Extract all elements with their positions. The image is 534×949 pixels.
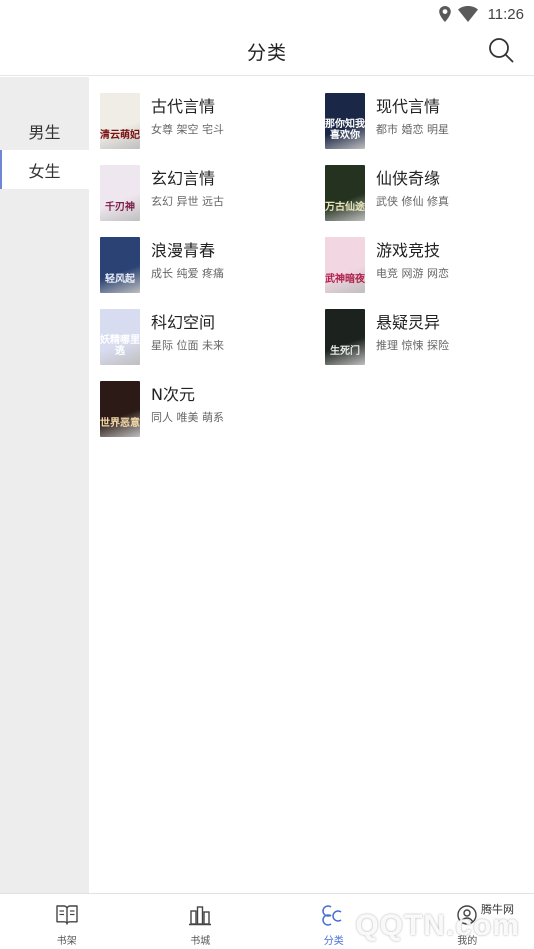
cover-title: 妖精哪里逃 bbox=[100, 335, 140, 357]
category-item[interactable]: 世界恶意 N次元 同人 唯美 萌系 bbox=[100, 381, 325, 453]
category-item[interactable]: 那你知我喜欢你 现代言情 都市 婚恋 明星 bbox=[325, 93, 530, 165]
category-name: 现代言情 bbox=[376, 97, 441, 116]
sidebar-item-label: 女生 bbox=[28, 161, 61, 181]
bookstore-icon bbox=[188, 904, 212, 930]
search-button[interactable] bbox=[486, 37, 516, 67]
category-name: 科幻空间 bbox=[151, 313, 216, 332]
category-item[interactable]: 生死门 悬疑灵异 推理 惊悚 探险 bbox=[325, 309, 530, 381]
sidebar-item-label: 男生 bbox=[28, 122, 61, 142]
category-item[interactable]: 妖精哪里逃 科幻空间 星际 位面 未来 bbox=[100, 309, 325, 381]
status-time: 11:26 bbox=[487, 5, 524, 23]
category-item[interactable]: 清云萌妃 古代言情 女尊 架空 宅斗 bbox=[100, 93, 325, 165]
sidebar-item-female[interactable]: 女生 bbox=[0, 150, 89, 189]
cover-title: 万古仙途 bbox=[325, 202, 365, 213]
category-tags: 女尊 架空 宅斗 bbox=[151, 123, 224, 136]
category-grid: 清云萌妃 古代言情 女尊 架空 宅斗 那你知我喜欢你 现代言情 都市 婚恋 明星… bbox=[100, 93, 530, 453]
sidebar-item-male[interactable]: 男生 bbox=[0, 111, 89, 150]
book-cover-image: 妖精哪里逃 bbox=[100, 309, 140, 365]
search-icon bbox=[488, 37, 514, 67]
tab-bookshelf[interactable]: 书架 bbox=[0, 894, 134, 949]
category-content: 清云萌妃 古代言情 女尊 架空 宅斗 那你知我喜欢你 现代言情 都市 婚恋 明星… bbox=[89, 77, 534, 893]
category-name: 游戏竞技 bbox=[376, 241, 441, 260]
cover-title: 清云萌妃 bbox=[100, 130, 140, 141]
category-name: 悬疑灵异 bbox=[376, 313, 441, 332]
gender-sidebar: 男生 女生 bbox=[0, 77, 89, 893]
tab-label: 分类 bbox=[323, 936, 344, 947]
profile-icon bbox=[455, 904, 479, 930]
location-icon bbox=[438, 6, 452, 22]
book-cover-image: 那你知我喜欢你 bbox=[325, 93, 365, 149]
book-cover-image: 千刃神 bbox=[100, 165, 140, 221]
category-tags: 星际 位面 未来 bbox=[151, 339, 224, 352]
book-cover-image: 世界恶意 bbox=[100, 381, 140, 437]
cover-title: 那你知我喜欢你 bbox=[325, 119, 365, 141]
status-bar: 11:26 bbox=[0, 0, 534, 28]
category-name: N次元 bbox=[151, 385, 195, 404]
category-icon bbox=[321, 904, 346, 930]
category-tags: 成长 纯爱 疼痛 bbox=[151, 267, 224, 280]
cover-title: 轻风起 bbox=[105, 274, 135, 285]
book-cover-image: 轻风起 bbox=[100, 237, 140, 293]
category-tags: 电竞 网游 网恋 bbox=[376, 267, 449, 280]
cover-title: 千刃神 bbox=[105, 202, 135, 213]
wifi-icon bbox=[457, 6, 478, 22]
header: 分类 bbox=[0, 28, 534, 76]
book-cover-image: 武神暗夜 bbox=[325, 237, 365, 293]
book-open-icon bbox=[55, 904, 79, 930]
category-tags: 武侠 修仙 修真 bbox=[376, 195, 449, 208]
tab-label: 书架 bbox=[56, 936, 77, 947]
category-name: 浪漫青春 bbox=[151, 241, 216, 260]
bottom-tab-bar: 书架 书城 分类 我的 bbox=[0, 893, 534, 949]
category-item[interactable]: 万古仙途 仙侠奇缘 武侠 修仙 修真 bbox=[325, 165, 530, 237]
category-item[interactable]: 轻风起 浪漫青春 成长 纯爱 疼痛 bbox=[100, 237, 325, 309]
book-cover-image: 万古仙途 bbox=[325, 165, 365, 221]
category-tags: 同人 唯美 萌系 bbox=[151, 411, 224, 424]
category-tags: 玄幻 异世 远古 bbox=[151, 195, 224, 208]
page-title: 分类 bbox=[246, 42, 287, 64]
category-name: 仙侠奇缘 bbox=[376, 169, 441, 188]
cover-title: 世界恶意 bbox=[100, 418, 140, 429]
tab-bookstore[interactable]: 书城 bbox=[134, 894, 268, 949]
tab-category[interactable]: 分类 bbox=[267, 894, 401, 949]
cover-title: 生死门 bbox=[330, 346, 360, 357]
book-cover-image: 生死门 bbox=[325, 309, 365, 365]
category-tags: 推理 惊悚 探险 bbox=[376, 339, 449, 352]
book-cover-image: 清云萌妃 bbox=[100, 93, 140, 149]
tab-label: 我的 bbox=[457, 936, 478, 947]
tab-label: 书城 bbox=[190, 936, 211, 947]
cover-title: 武神暗夜 bbox=[325, 274, 365, 285]
category-item[interactable]: 千刃神 玄幻言情 玄幻 异世 远古 bbox=[100, 165, 325, 237]
tab-profile[interactable]: 我的 bbox=[401, 894, 534, 949]
category-name: 玄幻言情 bbox=[151, 169, 216, 188]
category-name: 古代言情 bbox=[151, 97, 216, 116]
category-tags: 都市 婚恋 明星 bbox=[376, 123, 449, 136]
category-item[interactable]: 武神暗夜 游戏竞技 电竞 网游 网恋 bbox=[325, 237, 530, 309]
